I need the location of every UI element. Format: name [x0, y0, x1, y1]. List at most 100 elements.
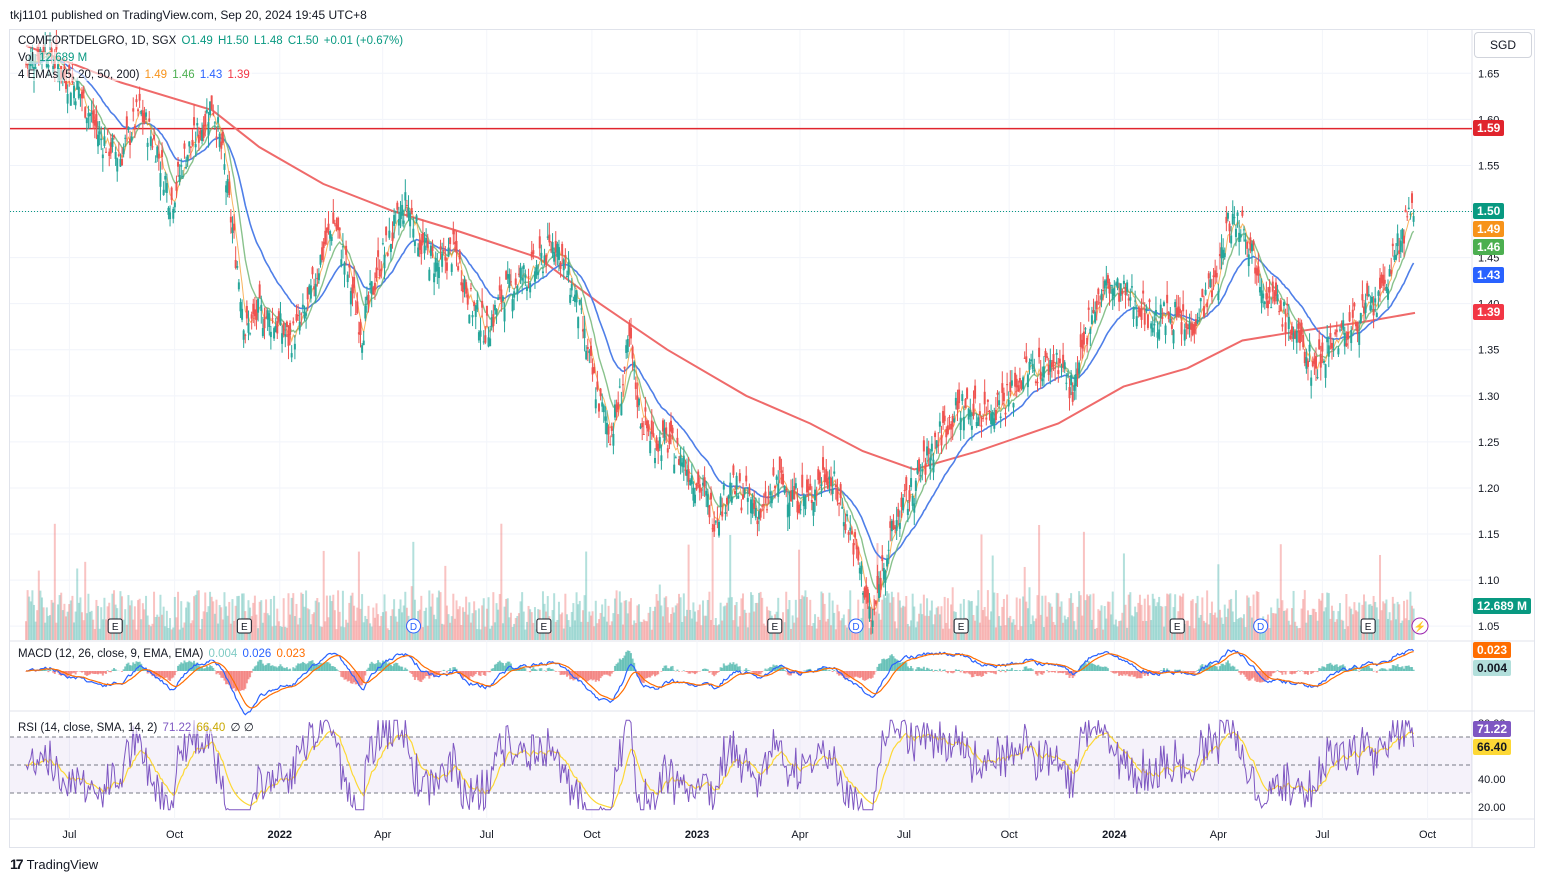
event-letter: D — [852, 622, 859, 633]
candle-body — [1143, 312, 1146, 325]
macd-legend[interactable]: MACD (12, 26, close, 9, EMA, EMA) 0.004 … — [18, 648, 308, 660]
symbol-legend[interactable]: COMFORTDELGRO, 1D, SGX O1.49 H1.50 L1.48… — [18, 35, 406, 47]
candle-body — [338, 227, 341, 231]
candle-body — [386, 253, 389, 256]
candle-body — [114, 152, 117, 159]
candle-body — [1271, 281, 1274, 292]
price-badge: 1.49 — [1473, 220, 1505, 237]
candle-body — [809, 483, 812, 490]
price-tick-label: 1.55 — [1478, 160, 1499, 172]
candle-body — [1287, 317, 1290, 330]
candle-body — [1130, 286, 1133, 288]
macd-hist-bar — [543, 670, 546, 671]
candle-body — [444, 256, 447, 261]
price-tick-label: 1.05 — [1478, 621, 1499, 633]
candle-body — [284, 334, 287, 337]
candle-body — [1318, 339, 1321, 350]
candle-body — [1351, 309, 1354, 318]
ema-legend[interactable]: 4 EMAs (5, 20, 50, 200) 1.49 1.46 1.43 1… — [18, 69, 252, 81]
candle-body — [457, 266, 460, 271]
candle-body — [293, 343, 296, 350]
candle-body — [620, 403, 623, 416]
candle-body — [1308, 344, 1311, 352]
candle-body — [927, 448, 930, 455]
candle-body — [953, 418, 956, 422]
candle-body — [1241, 210, 1244, 216]
candle-body — [97, 134, 100, 147]
candle-body — [125, 116, 128, 129]
ema20-line — [26, 54, 1415, 590]
candle-body — [69, 92, 72, 106]
candle-body — [1087, 307, 1090, 310]
candle-body — [839, 484, 842, 498]
macd-hist-bar — [932, 671, 935, 672]
candle-body — [1247, 254, 1250, 267]
candle-body — [516, 286, 519, 295]
candle-body — [716, 519, 719, 521]
macd-hist-bar — [173, 671, 176, 676]
candle-body — [1206, 302, 1209, 308]
volume-bar — [500, 523, 503, 640]
candle-body — [930, 443, 933, 452]
macd-hist-bar — [545, 671, 548, 672]
candle-body — [830, 477, 833, 486]
time-tick-label: Apr — [791, 829, 808, 841]
candle-body — [742, 494, 745, 500]
candle-body — [145, 112, 148, 117]
candle-body — [1282, 302, 1285, 306]
candle-body — [404, 192, 407, 201]
macd-hist-bar — [677, 671, 680, 672]
rsi-legend[interactable]: RSI (14, close, SMA, 14, 2) 71.22 66.40 … — [18, 720, 256, 734]
candle-body — [1196, 320, 1199, 324]
candle-body — [1364, 302, 1367, 313]
candle-body — [84, 107, 87, 118]
candle-body — [213, 122, 216, 124]
candle-body — [229, 216, 232, 223]
currency-button[interactable]: SGD — [1474, 32, 1532, 58]
candle-body — [1411, 193, 1414, 203]
candle-body — [503, 308, 506, 322]
macd-value: 0.026 — [242, 648, 272, 660]
candle-body — [522, 265, 525, 269]
candle-body — [969, 410, 972, 417]
candle-body — [774, 485, 777, 489]
candle-body — [833, 471, 836, 474]
candle-body — [189, 146, 192, 148]
macd-hist-bar — [405, 669, 408, 671]
candle-body — [514, 278, 517, 285]
candle-body — [1399, 240, 1402, 252]
candle-body — [1044, 350, 1047, 357]
candle-body — [559, 262, 562, 269]
candle-body — [1350, 330, 1353, 344]
candle-body — [1406, 216, 1409, 218]
candle-body — [676, 437, 679, 444]
candle-body — [513, 291, 516, 298]
macd-hist-bar — [45, 670, 48, 671]
event-letter: E — [241, 622, 248, 633]
candle-body — [1012, 403, 1015, 408]
macd-hist-bar — [958, 669, 961, 671]
candle-body — [753, 500, 756, 510]
candle-body — [228, 181, 231, 195]
candle-body — [1274, 282, 1277, 297]
candle-body — [1324, 364, 1327, 378]
candle-body — [1334, 332, 1337, 335]
candle-body — [1335, 329, 1338, 333]
candle-body — [822, 457, 825, 470]
macd-hist-bar — [1316, 671, 1319, 673]
candle-body — [309, 285, 312, 299]
candle-body — [269, 331, 272, 338]
candle-body — [385, 226, 388, 236]
candle-body — [409, 212, 412, 227]
candle-body — [210, 95, 213, 110]
candle-body — [785, 489, 788, 491]
candle-body — [1030, 359, 1033, 362]
candle-body — [1006, 383, 1009, 386]
price-tick-label: 1.10 — [1478, 575, 1499, 587]
candle-body — [1086, 338, 1089, 345]
candle-body — [485, 305, 488, 316]
candle-body — [1268, 286, 1271, 293]
volume-legend[interactable]: Vol 12.689 M — [18, 52, 90, 64]
candle-body — [348, 264, 351, 268]
candle-body — [466, 294, 469, 305]
